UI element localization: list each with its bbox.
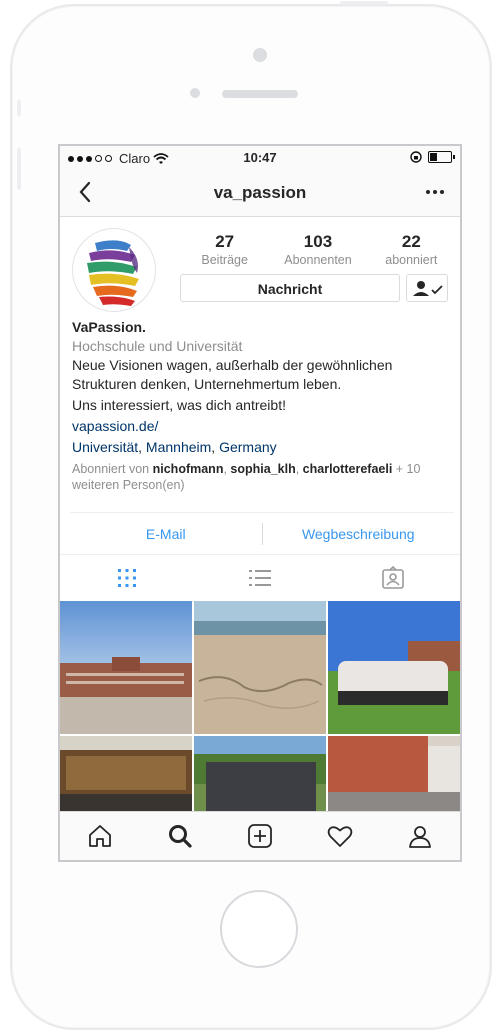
post-group-celebration[interactable] xyxy=(328,601,460,734)
profile-stats: 27 Beiträge 103 Abonnenten 22 abonniert xyxy=(178,232,458,267)
user-check-icon xyxy=(413,281,443,296)
search-icon xyxy=(169,825,192,848)
home-button[interactable] xyxy=(220,890,298,968)
tagged-icon xyxy=(382,566,405,589)
grid-icon xyxy=(117,569,136,587)
earpiece-speaker xyxy=(222,90,298,98)
following-count[interactable]: 22 abonniert xyxy=(365,232,458,267)
post-beach-sand-writing[interactable] xyxy=(194,601,326,734)
email-button[interactable]: E-Mail xyxy=(70,513,262,555)
posts-count[interactable]: 27 Beiträge xyxy=(178,232,271,267)
add-icon xyxy=(248,824,272,848)
contact-bar: E-Mail Wegbeschreibung xyxy=(70,512,454,555)
home-icon xyxy=(89,825,111,847)
profile-username: va_passion xyxy=(213,183,307,202)
vapassion-logo xyxy=(87,240,139,306)
camera-dot xyxy=(253,48,267,62)
clock: 10:47 xyxy=(243,150,277,165)
sensor-dot xyxy=(190,88,200,98)
post-group-park[interactable] xyxy=(194,736,326,812)
profile-icon xyxy=(409,826,431,848)
power-button xyxy=(340,1,388,5)
bio-text: Neue Visionen wagen, außerhalb der gewöh… xyxy=(72,357,393,392)
tab-add[interactable] xyxy=(220,812,300,860)
mute-switch xyxy=(17,100,21,116)
volume-up-button xyxy=(17,148,21,190)
followers-count[interactable]: 103 Abonnenten xyxy=(271,232,364,267)
post-lecture-hall[interactable] xyxy=(60,736,192,812)
more-options-icon[interactable] xyxy=(424,182,446,202)
post-palace-facade[interactable] xyxy=(328,736,460,812)
followed-by[interactable]: Abonniert von nichofmann, sophia_klh, ch… xyxy=(72,461,452,493)
tab-tagged[interactable] xyxy=(327,555,460,601)
post-grid xyxy=(60,601,460,812)
bottom-tab-bar xyxy=(60,811,460,860)
tab-home[interactable] xyxy=(60,812,140,860)
tab-list[interactable] xyxy=(193,555,326,601)
tab-profile[interactable] xyxy=(380,812,460,860)
tab-search[interactable] xyxy=(140,812,220,860)
tab-grid[interactable] xyxy=(60,555,193,601)
tab-activity[interactable] xyxy=(300,812,380,860)
top-nav: va_passion xyxy=(60,170,460,217)
screen: Claro 10:47 va_passion 27 Beiträge 103 Abo… xyxy=(58,144,462,862)
following-toggle-button[interactable] xyxy=(406,274,448,302)
directions-button[interactable]: Wegbeschreibung xyxy=(263,513,455,555)
category: Hochschule und Universität xyxy=(72,338,243,354)
list-icon xyxy=(248,570,271,586)
website-link[interactable]: vapassion.de/ xyxy=(72,417,452,436)
display-name: VaPassion. xyxy=(72,319,146,335)
message-button[interactable]: Nachricht xyxy=(180,274,400,302)
view-tabs xyxy=(60,554,460,602)
rotation-lock-icon xyxy=(410,151,422,163)
avatar[interactable] xyxy=(72,228,156,312)
post-palace-square[interactable] xyxy=(60,601,192,734)
bio-text-2: Uns interessiert, was dich antreibt! xyxy=(72,397,286,413)
battery-icon xyxy=(428,151,455,163)
status-bar: Claro 10:47 xyxy=(60,146,460,170)
location[interactable]: Universität, Mannheim, Germany xyxy=(72,438,452,457)
heart-icon xyxy=(327,826,353,847)
bio: VaPassion. Hochschule und Universität Ne… xyxy=(72,318,452,493)
